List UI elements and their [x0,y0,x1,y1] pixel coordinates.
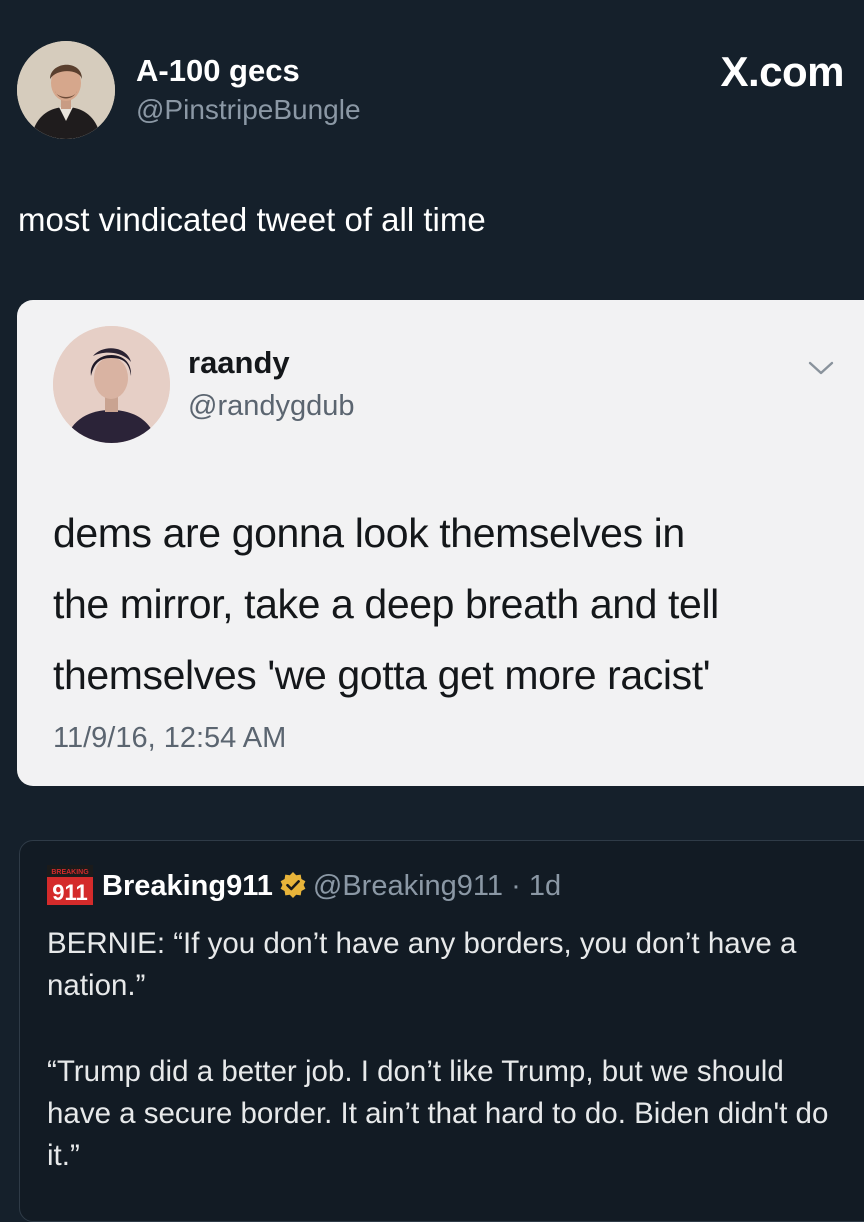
post-text: most vindicated tweet of all time [18,201,486,238]
quoted-author-name[interactable]: Breaking911 [102,870,273,902]
embedded-author-avatar[interactable] [53,326,170,443]
author-avatar[interactable] [17,41,115,139]
quoted-post-age[interactable]: 1d [529,870,561,902]
author-avatar-image [17,41,115,139]
meta-separator: · [511,870,521,902]
brand-watermark: X.com [720,48,844,95]
logo-small-text: BREAKING [51,869,89,876]
quoted-author-handle[interactable]: @Breaking911 [313,870,503,902]
author-info: A-100 gecs @PinstripeBungle [136,52,361,128]
embedded-tweet-line: the mirror, take a deep breath and tell [53,581,719,627]
quoted-paragraph: BERNIE: “If you don’t have any borders, … [47,927,797,1002]
quoted-post[interactable]: BREAKING 911 Breaking911 @Breaking911 · … [19,840,864,1222]
embedded-tweet-line: dems are gonna look themselves in [53,510,685,556]
breaking911-logo: BREAKING 911 [47,865,93,905]
embedded-tweet-text: dems are gonna look themselves in the mi… [53,498,843,711]
logo-text: 911 [52,880,88,905]
post-header: A-100 gecs @PinstripeBungle X.com [0,0,864,160]
embedded-tweet-card[interactable]: raandy @randygdub dems are gonna look th… [17,300,864,786]
quoted-post-text: BERNIE: “If you don’t have any borders, … [47,923,847,1177]
author-handle[interactable]: @PinstripeBungle [136,92,361,128]
quoted-post-header: Breaking911 @Breaking911 · 1d [102,867,561,905]
embedded-avatar-image [53,326,170,443]
embedded-tweet-timestamp[interactable]: 11/9/16, 12:54 AM [53,720,286,756]
quoted-paragraph: “Trump did a better job. I don’t like Tr… [47,1055,829,1172]
embedded-tweet-line: themselves 'we gotta get more racist' [53,652,711,698]
author-name[interactable]: A-100 gecs [136,52,361,90]
embedded-author-handle[interactable]: @randygdub [188,388,355,424]
embedded-author-name[interactable]: raandy [188,344,290,382]
verified-badge-icon [280,872,306,898]
chevron-down-icon[interactable] [807,358,835,378]
